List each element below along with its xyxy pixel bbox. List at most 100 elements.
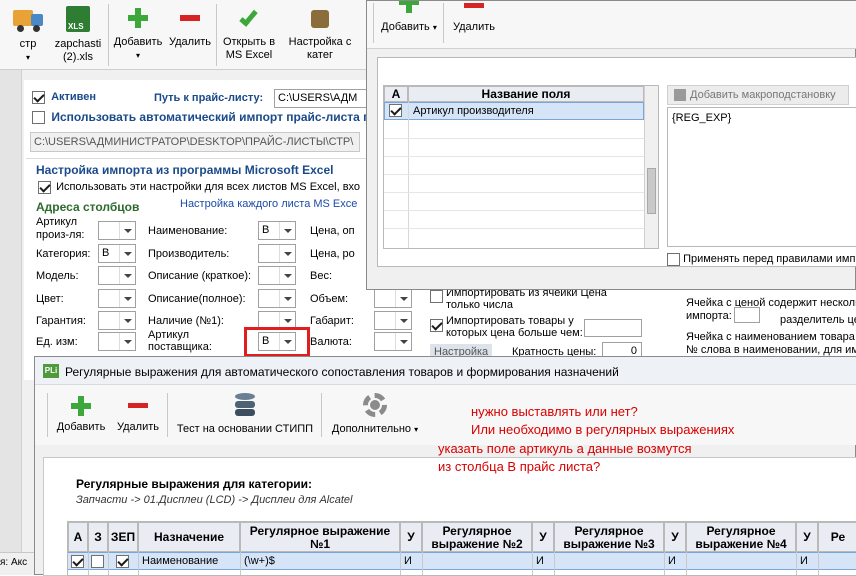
currency-combo[interactable] [374, 332, 412, 351]
col-re5-header: Ре [818, 522, 856, 552]
apply-before-checkbox[interactable] [667, 253, 680, 266]
desc-full-combo[interactable] [258, 289, 296, 308]
settings-label-2: катег [307, 49, 333, 61]
warranty-label: Гарантия: [36, 315, 86, 327]
category-combo[interactable]: B [98, 244, 136, 263]
weight-label: Вес: [310, 270, 333, 282]
path-label: Путь к прайс-листу: [154, 92, 264, 104]
open-in-excel-button[interactable]: Открыть в MS Excel [218, 6, 280, 62]
import-cell-checkbox[interactable] [430, 290, 443, 303]
dims-combo[interactable] [374, 311, 412, 330]
name-combo[interactable]: B [258, 221, 296, 240]
row-z-checkbox[interactable] [91, 555, 104, 568]
row-a-checkbox[interactable] [71, 555, 84, 568]
regex-delete-label: Удалить [117, 421, 159, 433]
import-cell-label-2: только числа [446, 299, 513, 311]
field-grid: А Название поля Артикул производителя [383, 85, 659, 249]
macro-textarea[interactable]: {REG_EXP} [667, 107, 856, 247]
import-gt-checkbox[interactable] [430, 319, 443, 332]
excel-section-title: Настройка импорта из программы Microsoft… [36, 163, 334, 177]
regex-add-button[interactable]: Добавить [53, 395, 109, 434]
row-field-name: Артикул производителя [413, 105, 534, 117]
article-mfr-combo[interactable] [98, 221, 136, 240]
table-row[interactable]: Артикул производителя [384, 102, 644, 120]
dialog-delete-label: Удалить [453, 21, 495, 33]
folder-path-field[interactable]: C:\USERS\АДМИНИСТРАТОР\DESKTOP\ПРАЙС-ЛИС… [30, 132, 360, 152]
all-sheets-checkbox[interactable] [38, 181, 51, 194]
dims-label: Габарит: [310, 315, 354, 327]
price-r-label: Цена, ро [310, 248, 355, 260]
annotation-line-4: из столбца В прайс листа? [438, 459, 601, 474]
auto-import-checkbox[interactable] [32, 111, 45, 125]
right-note-4: Ячейка с наименованием товара с [686, 331, 856, 343]
app-icon: PLi [43, 364, 59, 378]
regex-delete-button[interactable]: Удалить [113, 395, 163, 434]
category-settings-button[interactable]: Настройка с катег [284, 6, 356, 62]
model-combo[interactable] [98, 266, 136, 285]
per-sheet-link[interactable]: Настройка каждого листа MS Exce [180, 198, 357, 211]
columns-title: Адреса столбцов [36, 200, 140, 214]
plus-icon [127, 6, 149, 32]
row-u3: И [668, 555, 676, 567]
test-stipp-button[interactable]: Тест на основании СТИПП [171, 391, 319, 436]
macro-icon [674, 89, 686, 101]
dialog-delete-button[interactable]: Удалить [447, 1, 501, 34]
macro-button[interactable]: Добавить макроподстановку [667, 85, 849, 105]
regex-window: PLi Регулярные выражения для автоматичес… [34, 356, 856, 576]
article-mfr-label: Артикул произ-ля: [36, 216, 85, 241]
col-a-header: А [68, 522, 88, 552]
warranty-combo[interactable] [98, 311, 136, 330]
col-z-header: З [88, 522, 108, 552]
color-label: Цвет: [36, 293, 64, 305]
highlight-box [244, 327, 310, 357]
add-label: Добавить [113, 36, 163, 48]
table-row[interactable]: Наименование (\w+)$ И И И И [68, 552, 856, 570]
import-gt-label-2: которых цена больше чем: [446, 327, 583, 339]
col-u1-header: У [400, 522, 422, 552]
open-label-2: MS Excel [225, 49, 273, 61]
dialog-add-button[interactable]: Добавить ▾ [377, 1, 441, 34]
min-price-input[interactable] [584, 319, 642, 337]
open-label-1: Открыть в [222, 36, 276, 48]
more-button[interactable]: Дополнительно ▾ [327, 391, 423, 436]
desc-short-combo[interactable] [258, 266, 296, 285]
row-checkbox[interactable] [389, 104, 402, 117]
unit-combo[interactable] [98, 332, 136, 351]
model-label: Модель: [36, 270, 79, 282]
delete-label: Удалить [169, 36, 211, 48]
manufacturer-label: Производитель: [148, 248, 230, 260]
row-zep-checkbox[interactable] [116, 555, 129, 568]
annotation-line-1: нужно выставлять или нет? [471, 404, 638, 419]
price-separator-input[interactable] [734, 307, 760, 323]
col-re1-header: Регулярное выражение №1 [240, 522, 400, 552]
color-combo[interactable] [98, 289, 136, 308]
grid-scrollbar[interactable] [644, 86, 658, 248]
regex-grid: А З ЗЕП Назначение Регулярное выражение №… [67, 521, 856, 576]
category-label: Регулярные выражения для категории: [76, 477, 313, 491]
desc-full-label: Описание(полное): [148, 293, 246, 305]
col-u2-header: У [532, 522, 554, 552]
right-note-2: импорта: [686, 310, 732, 322]
field-select-dialog: Добавить ▾ Удалить А Название поля Артик… [366, 0, 856, 290]
volume-combo[interactable] [374, 289, 412, 308]
col-a-header: А [384, 86, 408, 102]
auto-import-label: Использовать автоматический импорт прайс… [51, 110, 371, 125]
zapchasti-label-1: zapchasti [54, 38, 102, 50]
truck-icon [11, 6, 45, 34]
plus-icon [70, 395, 92, 417]
database-icon [233, 391, 257, 419]
zapchasti-label-2: (2).xls [63, 51, 93, 63]
minus-icon [179, 6, 201, 32]
ctp-button[interactable]: стр ▾ [8, 6, 48, 64]
dialog-add-label: Добавить [381, 21, 430, 33]
add-button[interactable]: Добавить ▾ [110, 6, 166, 62]
col-name-header: Название поля [408, 86, 644, 102]
name-label: Наименование: [148, 225, 228, 237]
zapchasti-file-button[interactable]: XLS zapchasti (2).xls [52, 6, 104, 64]
volume-label: Объем: [310, 293, 349, 305]
active-checkbox[interactable] [32, 91, 45, 104]
settings-icon [309, 6, 331, 32]
col-purpose-header: Назначение [138, 522, 240, 552]
delete-button[interactable]: Удалить [166, 6, 214, 49]
manufacturer-combo[interactable] [258, 244, 296, 263]
